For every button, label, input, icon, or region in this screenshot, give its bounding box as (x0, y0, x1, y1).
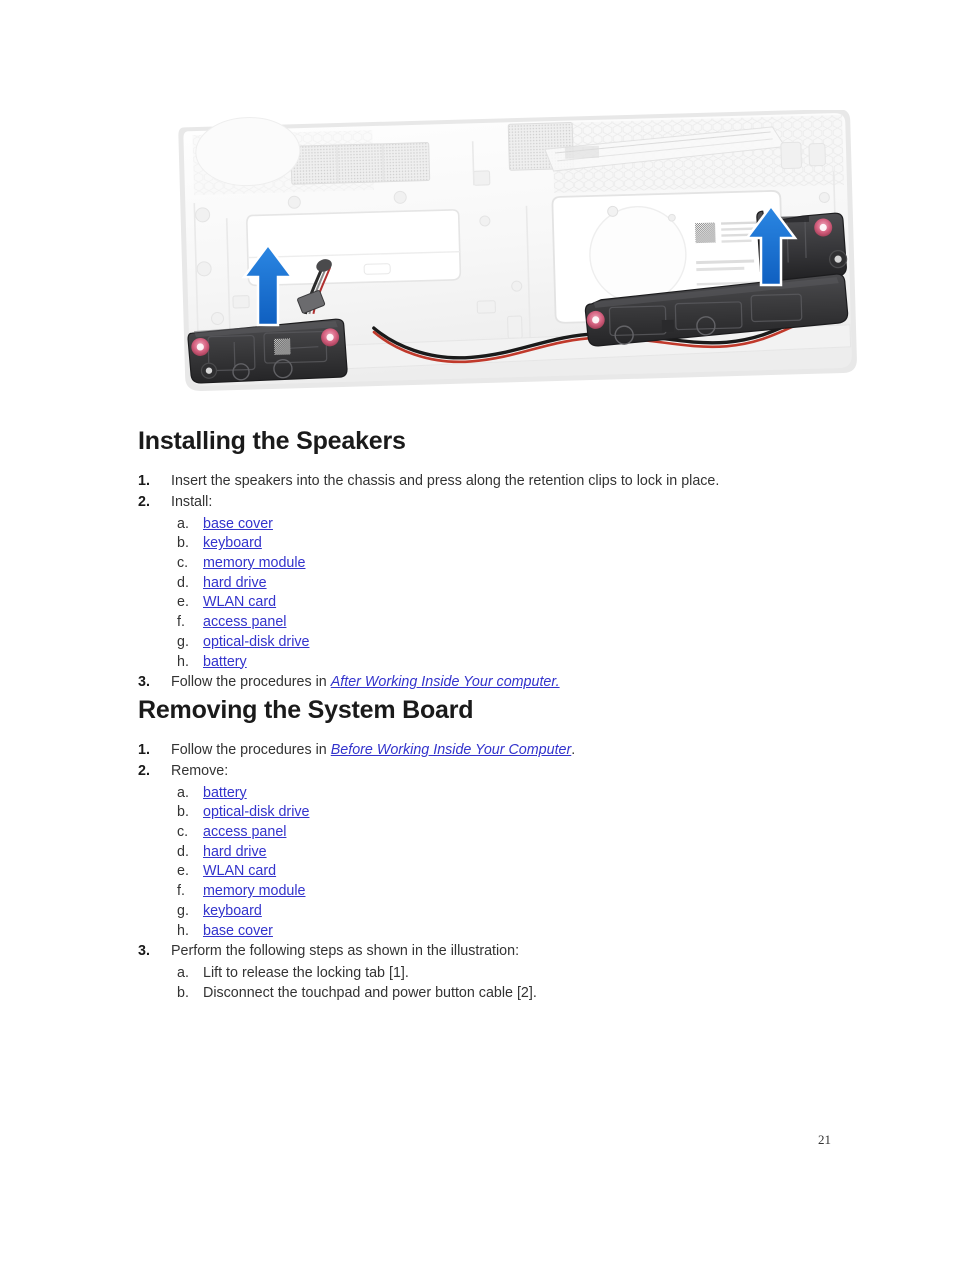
list-item: f. memory module (177, 882, 838, 902)
list-item: h. base cover (177, 922, 838, 942)
substep-letter: b. (177, 804, 189, 821)
substep-letter: h. (177, 922, 189, 939)
substep-letter: f. (177, 883, 185, 900)
link-keyboard[interactable]: keyboard (203, 535, 262, 551)
substep-text: Lift to release the locking tab [1]. (203, 965, 409, 982)
link-keyboard[interactable]: keyboard (203, 903, 262, 919)
link-battery[interactable]: battery (203, 785, 247, 801)
figure-svg (178, 110, 857, 391)
link-base-cover[interactable]: base cover (203, 923, 273, 939)
substep-letter: b. (177, 535, 189, 552)
list-item: e. WLAN card (177, 593, 838, 613)
link-wlan-card[interactable]: WLAN card (203, 594, 276, 610)
list-item: f. access panel (177, 613, 838, 633)
page-number: 21 (818, 1132, 831, 1147)
step-text: Insert the speakers into the chassis and… (171, 473, 720, 489)
list-item: d. hard drive (177, 843, 838, 863)
link-after-working-inside-your-computer[interactable]: After Working Inside Your computer. (331, 674, 560, 690)
step-number: 1. (138, 742, 150, 759)
list-item: c. memory module (177, 554, 838, 574)
removing-system-board-steps: 1. Follow the procedures in Before Worki… (138, 741, 838, 1003)
remove-component-list: a. battery b. optical-disk drive c. acce… (177, 784, 838, 942)
link-base-cover[interactable]: base cover (203, 516, 273, 532)
heading-installing-the-speakers: Installing the Speakers (138, 427, 406, 455)
substep-letter: a. (177, 784, 189, 801)
document-content: Installing the Speakers 1. Insert the sp… (138, 425, 838, 1004)
step-text-after: . (571, 742, 576, 759)
substep-letter: h. (177, 653, 189, 670)
step-text-before: Follow the procedures in (171, 674, 331, 691)
step-item: 2. Remove: a. battery b. optical-disk dr… (138, 762, 838, 941)
substep-letter: b. (177, 984, 189, 1001)
link-access-panel[interactable]: access panel (203, 824, 286, 840)
step-item: 2. Install: a. base cover b. keyboard c.… (138, 493, 838, 672)
link-battery[interactable]: battery (203, 654, 247, 670)
substep-letter: c. (177, 555, 189, 571)
list-item: g. optical-disk drive (177, 633, 838, 653)
step-number: 3. (138, 674, 150, 691)
step-item: 3. Follow the procedures in After Workin… (138, 673, 838, 693)
speaker-removal-figure (176, 110, 864, 395)
link-access-panel[interactable]: access panel (203, 614, 286, 630)
substep-letter: e. (177, 863, 189, 880)
step-number: 3. (138, 943, 150, 960)
document-page: Installing the Speakers 1. Insert the sp… (0, 0, 954, 1268)
link-hard-drive[interactable]: hard drive (203, 844, 267, 860)
illustration-steps-list: a. Lift to release the locking tab [1]. … (177, 964, 838, 1003)
step-item: 3. Perform the following steps as shown … (138, 942, 838, 1003)
step-number: 2. (138, 762, 150, 779)
list-item: a. base cover (177, 515, 838, 535)
heading-removing-the-system-board: Removing the System Board (138, 696, 474, 725)
install-component-list: a. base cover b. keyboard c. memory modu… (177, 515, 838, 673)
substep-letter: a. (177, 515, 189, 532)
installing-speakers-steps: 1. Insert the speakers into the chassis … (138, 472, 838, 693)
list-item: b. optical-disk drive (177, 803, 838, 823)
substep-letter: d. (177, 574, 189, 591)
link-memory-module[interactable]: memory module (203, 555, 306, 571)
step-item: 1. Follow the procedures in Before Worki… (138, 741, 838, 761)
step-text-before: Follow the procedures in (171, 742, 331, 759)
list-item: b. keyboard (177, 534, 838, 554)
step-number: 1. (138, 473, 150, 489)
substep-letter: c. (177, 824, 189, 841)
link-before-working-inside-your-computer[interactable]: Before Working Inside Your Computer (331, 742, 572, 758)
list-item: a. battery (177, 784, 838, 804)
substep-letter: g. (177, 633, 189, 650)
list-item: a. Lift to release the locking tab [1]. (177, 964, 838, 984)
substep-letter: a. (177, 965, 189, 982)
step-item: 1. Insert the speakers into the chassis … (138, 472, 838, 492)
step-text: Perform the following steps as shown in … (171, 943, 520, 960)
list-item: e. WLAN card (177, 862, 838, 882)
link-memory-module[interactable]: memory module (203, 883, 306, 899)
step-text: Install: (171, 493, 213, 510)
substep-letter: d. (177, 843, 189, 860)
link-optical-disk-drive[interactable]: optical-disk drive (203, 804, 309, 820)
link-wlan-card[interactable]: WLAN card (203, 863, 276, 879)
substep-letter: g. (177, 902, 189, 919)
list-item: d. hard drive (177, 574, 838, 594)
list-item: b. Disconnect the touchpad and power but… (177, 984, 838, 1004)
step-text: Remove: (171, 762, 229, 779)
step-number: 2. (138, 493, 150, 510)
link-optical-disk-drive[interactable]: optical-disk drive (203, 634, 309, 650)
left-speaker-qr-label (274, 338, 291, 355)
list-item: h. battery (177, 653, 838, 673)
substep-letter: f. (177, 614, 185, 631)
substep-letter: e. (177, 594, 189, 611)
list-item: c. access panel (177, 823, 838, 843)
substep-text: Disconnect the touchpad and power button… (203, 984, 537, 1001)
list-item: g. keyboard (177, 902, 838, 922)
link-hard-drive[interactable]: hard drive (203, 575, 267, 591)
